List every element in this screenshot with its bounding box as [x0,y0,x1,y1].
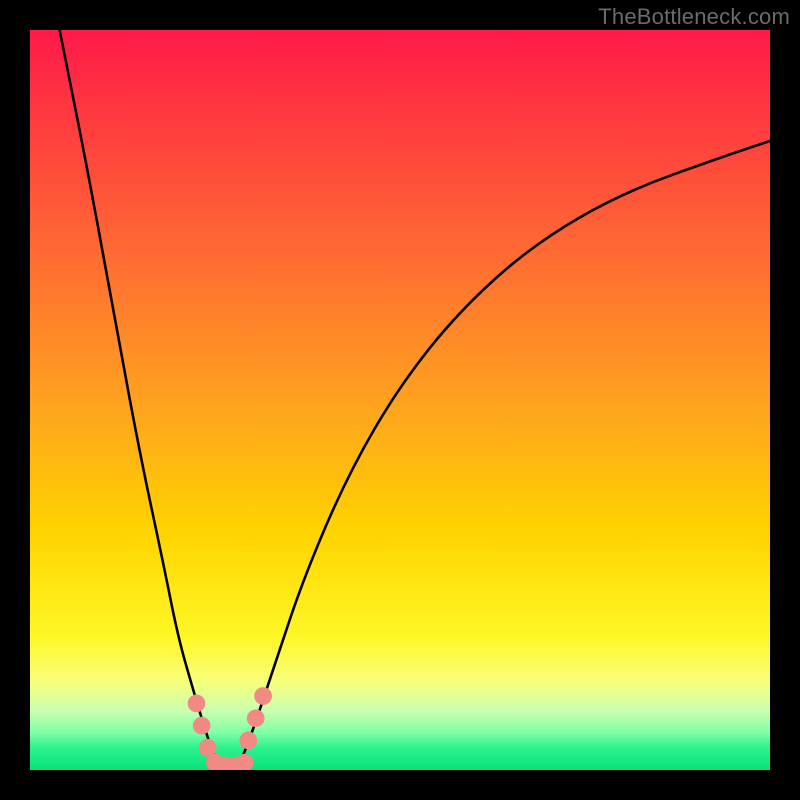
outer-frame: TheBottleneck.com [0,0,800,800]
dot-r2 [247,709,265,727]
watermark-text: TheBottleneck.com [598,4,790,30]
dot-r3 [254,687,272,705]
dot-b4 [236,754,254,770]
valley-markers [188,687,272,770]
plot-area [30,30,770,770]
curve-left-branch [60,30,223,770]
dot-l2 [193,717,211,735]
curve-right-branch [237,141,770,770]
curve-layer [30,30,770,770]
dot-l1 [188,695,206,713]
dot-r1 [239,732,257,750]
